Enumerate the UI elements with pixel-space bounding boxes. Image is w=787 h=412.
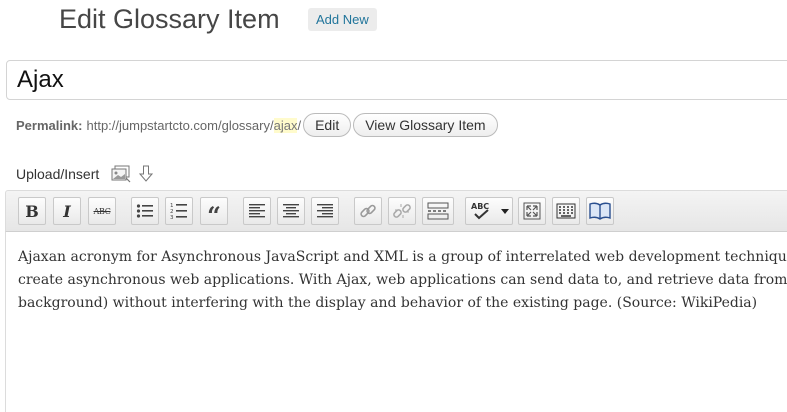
bullet-list-icon — [136, 204, 153, 218]
align-right-icon — [317, 204, 333, 218]
content-editor[interactable]: Ajaxan acronym for Asynchronous JavaScri… — [5, 232, 787, 412]
editor-text-line: create asynchronous web applications. Wi… — [18, 272, 787, 288]
editor-text-line: Ajaxan acronym for Asynchronous JavaScri… — [18, 249, 787, 265]
fullscreen-icon — [523, 202, 541, 220]
edit-permalink-button[interactable]: Edit — [303, 113, 352, 137]
bullet-list-button[interactable] — [131, 197, 159, 225]
download-arrow-icon[interactable] — [139, 165, 154, 183]
dictionary-button[interactable] — [586, 197, 614, 225]
bold-button[interactable]: B — [18, 197, 46, 225]
media-gallery-icon[interactable] — [111, 165, 131, 183]
insert-link-button[interactable] — [354, 197, 382, 225]
align-left-button[interactable] — [243, 197, 271, 225]
strikethrough-button[interactable]: ABC — [88, 197, 116, 225]
view-glossary-item-button[interactable]: View Glossary Item — [353, 113, 498, 137]
unlink-button[interactable] — [388, 197, 416, 225]
bold-icon: B — [25, 201, 39, 221]
kitchen-sink-icon — [556, 203, 576, 219]
page-title: Edit Glossary Item — [59, 4, 280, 34]
add-new-button[interactable]: Add New — [308, 8, 377, 31]
link-icon — [360, 204, 376, 218]
permalink-trailing-slash: / — [297, 117, 302, 133]
permalink-label: Permalink: — [16, 117, 83, 133]
title-input[interactable]: Ajax — [6, 60, 787, 100]
chevron-down-icon — [501, 209, 509, 214]
insert-more-button[interactable] — [422, 197, 454, 225]
permalink-base-url: http://jumpstartcto.com/glossary/ — [86, 117, 274, 133]
italic-icon: I — [63, 201, 71, 221]
unlink-icon — [393, 204, 411, 218]
kitchen-sink-button[interactable] — [552, 197, 580, 225]
blockquote-icon: “ — [207, 201, 221, 230]
italic-button[interactable]: I — [53, 197, 81, 225]
fullscreen-button[interactable] — [518, 197, 546, 225]
align-left-icon — [249, 204, 265, 218]
book-icon — [589, 202, 611, 220]
align-right-button[interactable] — [311, 197, 339, 225]
numbered-list-button[interactable]: 1 2 3 — [165, 197, 193, 225]
editor-text-line: background) without interfering with the… — [18, 295, 758, 311]
align-center-icon — [283, 204, 299, 218]
media-buttons: Upload/Insert — [16, 162, 154, 186]
more-tag-icon — [427, 202, 449, 220]
align-center-button[interactable] — [277, 197, 305, 225]
svg-text:3: 3 — [170, 215, 174, 220]
numbered-list-icon: 1 2 3 — [170, 203, 187, 220]
spellcheck-button[interactable]: ABC — [465, 197, 513, 225]
upload-insert-label: Upload/Insert — [16, 166, 100, 182]
permalink-row: Permalink: http://jumpstartcto.com/gloss… — [16, 112, 498, 138]
blockquote-button[interactable]: “ — [200, 197, 228, 230]
strikethrough-icon: ABC — [93, 206, 111, 216]
svg-text:ABC: ABC — [471, 202, 489, 211]
permalink-slug[interactable]: ajax — [273, 117, 298, 133]
spellcheck-icon: ABC — [471, 202, 489, 220]
editor-toolbar: B I ABC 1 2 3 “ ABC — [5, 190, 787, 232]
